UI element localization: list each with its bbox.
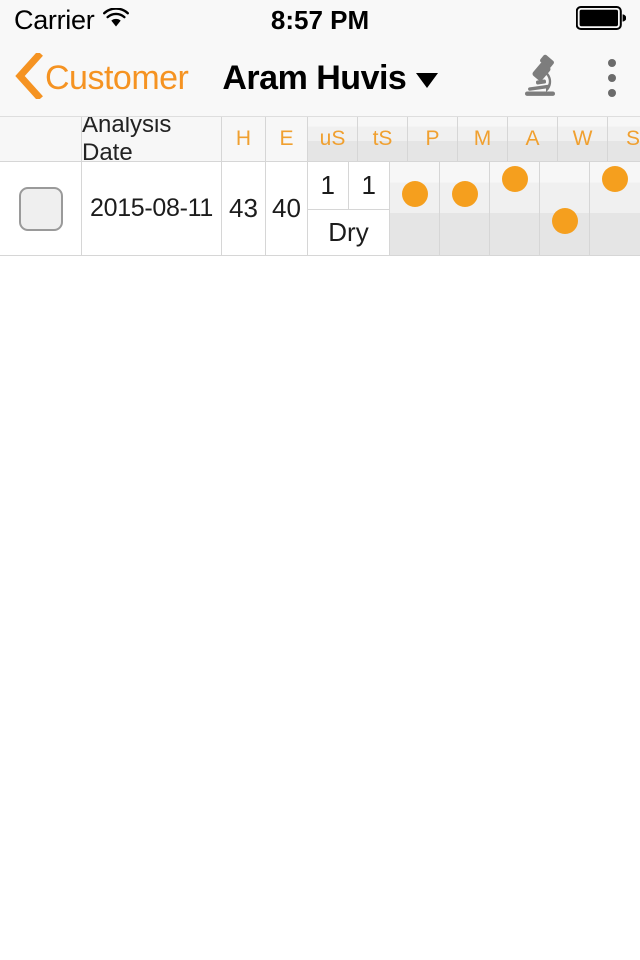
e-value: 40: [272, 193, 301, 223]
header-cell-m[interactable]: M: [458, 117, 508, 161]
cell-s: [590, 162, 640, 255]
header-cell-us[interactable]: uS: [308, 117, 358, 161]
cell-condition: Dry: [328, 217, 369, 247]
carrier-label: Carrier: [14, 4, 95, 35]
table-row[interactable]: 2015-08-11 43 40 1 1 Dry: [0, 162, 640, 255]
microscope-icon[interactable]: [516, 52, 564, 105]
header-cell-h[interactable]: H: [222, 117, 266, 161]
wifi-icon: [103, 6, 130, 33]
cell-p: [390, 162, 440, 255]
level-dot-w: [551, 208, 578, 234]
status-bar: Carrier 8:57 PM: [0, 0, 640, 40]
us-ts-values: 1 1: [308, 162, 389, 210]
header-cell-a[interactable]: A: [508, 117, 558, 161]
cell-us: 1: [308, 162, 349, 209]
navigation-actions: [516, 52, 626, 105]
header-cell-w[interactable]: W: [558, 117, 608, 161]
page-title: Aram Huvis: [222, 58, 407, 97]
overflow-dot: [608, 89, 616, 97]
cell-w: [540, 162, 590, 255]
cell-ts: 1: [361, 170, 376, 200]
header-cell-s[interactable]: S: [608, 117, 640, 161]
cell-m: [440, 162, 490, 255]
chevron-down-icon: [416, 72, 439, 88]
header-label-e: E: [279, 127, 294, 150]
page-title-dropdown[interactable]: Aram Huvis: [222, 58, 439, 98]
header-label-analysis-date: Analysis Date: [82, 111, 172, 166]
navigation-bar: Customer Aram Huvis: [0, 40, 640, 117]
status-bar-left: Carrier: [14, 4, 130, 36]
header-label-h: H: [235, 127, 252, 150]
level-dot-s: [602, 166, 628, 192]
cell-us-ts-condition-group: 1 1 Dry: [308, 162, 390, 255]
row-checkbox-cell[interactable]: [0, 162, 82, 255]
level-dot-p: [401, 181, 428, 207]
header-cell-checkbox: [0, 117, 82, 161]
header-cell-analysis-date[interactable]: Analysis Date: [82, 111, 222, 166]
cell-e: 40: [266, 162, 308, 255]
header-label-m: M: [473, 127, 492, 150]
level-dot-a: [501, 166, 528, 192]
battery-full-icon: [575, 5, 627, 35]
header-cell-p[interactable]: P: [408, 117, 458, 161]
chevron-left-icon: [14, 50, 44, 104]
overflow-dot: [608, 74, 616, 82]
more-vertical-icon[interactable]: [598, 55, 626, 101]
header-label-s: S: [625, 127, 640, 150]
header-cell-e[interactable]: E: [266, 117, 308, 161]
analysis-table: Analysis Date H E uS tS P M A W S 2015-0…: [0, 111, 640, 256]
overflow-dot: [608, 59, 616, 67]
status-bar-right: [575, 5, 627, 35]
level-dot-m: [451, 181, 478, 207]
table-header-row: Analysis Date H E uS tS P M A W S: [0, 111, 640, 166]
header-label-a: A: [525, 127, 540, 150]
header-label-w: W: [572, 127, 593, 150]
cell-analysis-date: 2015-08-11: [82, 162, 222, 255]
cell-a: [490, 162, 540, 255]
cell-h: 43: [222, 162, 266, 255]
checkbox-unchecked-icon[interactable]: [18, 186, 63, 231]
back-button[interactable]: Customer: [14, 50, 189, 104]
analysis-date-value: 2015-08-11: [89, 194, 214, 222]
header-label-p: P: [425, 127, 440, 150]
header-label-ts: tS: [372, 127, 393, 150]
header-cell-ts[interactable]: tS: [358, 117, 408, 161]
header-label-us: uS: [319, 127, 346, 150]
back-button-label: Customer: [45, 58, 189, 97]
